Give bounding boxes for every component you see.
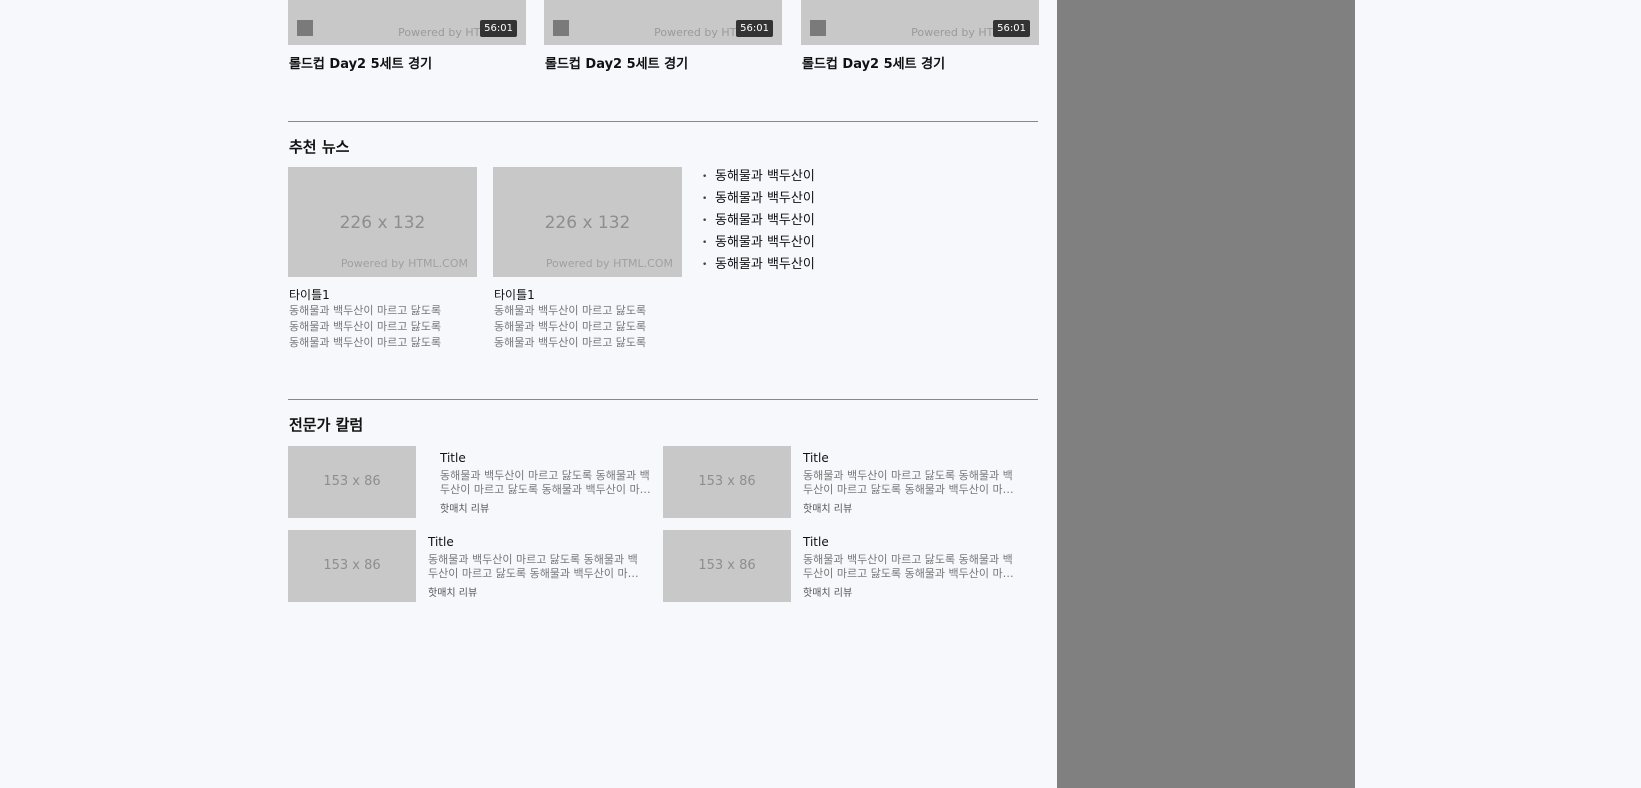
powered-by-text: Powered by HTML.COM [340,257,468,270]
news-card-description: 동해물과 백두산이 마르고 닳도록 동해물과 백두산이 마르고 닳도록 동해물과… [289,303,477,351]
column-card[interactable]: 153 x 86 Title 동해물과 백두산이 마르고 닳도록 동해물과 백두… [288,530,662,602]
news-card-title[interactable]: 타이틀1 [289,286,330,303]
bullet-icon: • [702,238,708,248]
news-headline-text: 동해물과 백두산이 [715,235,815,250]
description-line: 동해물과 백두산이 마르고 닳도록 [289,320,442,333]
news-headline-item[interactable]: • 동해물과 백두산이 [702,188,902,210]
column-text: Title 동해물과 백두산이 마르고 닳도록 동해물과 백두산이 마르고 닳도… [803,534,1021,599]
column-category: 핫매치 리뷰 [428,588,478,599]
image-placeholder-text: 153 x 86 [698,474,756,489]
powered-by-text: Powered by HTML.COM [545,257,673,270]
news-headline-text: 동해물과 백두산이 [715,191,815,206]
video-title[interactable]: 롤드컵 Day2 5세트 경기 [289,53,432,72]
column-category: 핫매치 리뷰 [803,588,853,599]
video-card[interactable]: Powered by HTML 56:01 롤드컵 Day2 5세트 경기 [288,0,526,72]
description-line: 동해물과 백두산이 마르고 닳도록 [494,336,647,349]
video-title[interactable]: 롤드컵 Day2 5세트 경기 [545,53,688,72]
column-title[interactable]: Title [440,450,658,466]
column-text: Title 동해물과 백두산이 마르고 닳도록 동해물과 백두산이 마르고 닳도… [440,450,658,515]
news-card[interactable]: 226 x 132 Powered by HTML.COM 타이틀1 동해물과 … [288,167,478,349]
column-title[interactable]: Title [803,450,1021,466]
bullet-icon: • [702,260,708,270]
column-description: 동해물과 백두산이 마르고 닳도록 동해물과 백두산이 마르고 닳도록 동해물과… [440,469,650,496]
section-title-recommended-news: 추천 뉴스 [289,138,350,156]
news-headline-item[interactable]: • 동해물과 백두산이 [702,254,902,276]
news-card[interactable]: 226 x 132 Powered by HTML.COM 타이틀1 동해물과 … [493,167,683,349]
section-divider [288,399,1038,400]
description-line: 동해물과 백두산이 마르고 닳도록 [289,304,442,317]
side-panel [1057,0,1355,788]
news-headline-text: 동해물과 백두산이 [715,257,815,272]
video-thumbnail[interactable]: Powered by HTML 56:01 [544,0,782,45]
bullet-icon: • [702,216,708,226]
column-description: 동해물과 백두산이 마르고 닳도록 동해물과 백두산이 마르고 닳도록 동해물과… [803,553,1013,580]
news-headline-text: 동해물과 백두산이 [715,213,815,228]
section-divider [288,121,1038,122]
video-card[interactable]: Powered by HTML 56:01 롤드컵 Day2 5세트 경기 [544,0,782,72]
description-line: 동해물과 백두산이 마르고 닳도록 [494,320,647,333]
image-placeholder-text: 226 x 132 [339,213,426,233]
news-headline-item[interactable]: • 동해물과 백두산이 [702,232,902,254]
column-category: 핫매치 리뷰 [803,504,853,515]
video-thumbnail[interactable]: Powered by HTML 56:01 [801,0,1039,45]
news-thumbnail[interactable]: 226 x 132 Powered by HTML.COM [288,167,477,277]
video-title[interactable]: 롤드컵 Day2 5세트 경기 [802,53,945,72]
column-text: Title 동해물과 백두산이 마르고 닳도록 동해물과 백두산이 마르고 닳도… [803,450,1021,515]
video-list: Powered by HTML 56:01 롤드컵 Day2 5세트 경기 Po… [288,0,1039,80]
news-headline-list: • 동해물과 백두산이 • 동해물과 백두산이 • 동해물과 백두산이 • 동해물과 백… [702,166,902,276]
video-thumbnail[interactable]: Powered by HTML 56:01 [288,0,526,45]
column-category: 핫매치 리뷰 [440,504,490,515]
bullet-icon: • [702,172,708,182]
news-headline-item[interactable]: • 동해물과 백두산이 [702,166,902,188]
column-title[interactable]: Title [428,534,646,550]
column-thumbnail[interactable]: 153 x 86 [288,530,416,602]
play-icon [810,20,826,36]
news-card-description: 동해물과 백두산이 마르고 닳도록 동해물과 백두산이 마르고 닳도록 동해물과… [494,303,682,351]
column-description: 동해물과 백두산이 마르고 닳도록 동해물과 백두산이 마르고 닳도록 동해물과… [428,553,638,580]
news-thumbnail[interactable]: 226 x 132 Powered by HTML.COM [493,167,682,277]
news-headline-item[interactable]: • 동해물과 백두산이 [702,210,902,232]
duration-badge: 56:01 [480,20,517,37]
duration-badge: 56:01 [736,20,773,37]
column-card[interactable]: 153 x 86 Title 동해물과 백두산이 마르고 닳도록 동해물과 백두… [288,446,662,518]
column-thumbnail[interactable]: 153 x 86 [663,530,791,602]
duration-badge: 56:01 [993,20,1030,37]
description-line: 동해물과 백두산이 마르고 닳도록 [494,304,647,317]
description-line: 동해물과 백두산이 마르고 닳도록 [289,336,442,349]
image-placeholder-text: 226 x 132 [544,213,631,233]
column-text: Title 동해물과 백두산이 마르고 닳도록 동해물과 백두산이 마르고 닳도… [428,534,646,599]
video-card[interactable]: Powered by HTML 56:01 롤드컵 Day2 5세트 경기 [801,0,1039,72]
play-icon [553,20,569,36]
section-title-expert-column: 전문가 칼럼 [289,416,364,434]
column-thumbnail[interactable]: 153 x 86 [288,446,416,518]
column-card[interactable]: 153 x 86 Title 동해물과 백두산이 마르고 닳도록 동해물과 백두… [663,530,1037,602]
column-description: 동해물과 백두산이 마르고 닳도록 동해물과 백두산이 마르고 닳도록 동해물과… [803,469,1013,496]
bullet-icon: • [702,194,708,204]
column-thumbnail[interactable]: 153 x 86 [663,446,791,518]
news-card-title[interactable]: 타이틀1 [494,286,535,303]
play-icon [297,20,313,36]
news-headline-text: 동해물과 백두산이 [715,169,815,184]
column-card[interactable]: 153 x 86 Title 동해물과 백두산이 마르고 닳도록 동해물과 백두… [663,446,1037,518]
column-title[interactable]: Title [803,534,1021,550]
image-placeholder-text: 153 x 86 [323,558,381,573]
image-placeholder-text: 153 x 86 [323,474,381,489]
image-placeholder-text: 153 x 86 [698,558,756,573]
